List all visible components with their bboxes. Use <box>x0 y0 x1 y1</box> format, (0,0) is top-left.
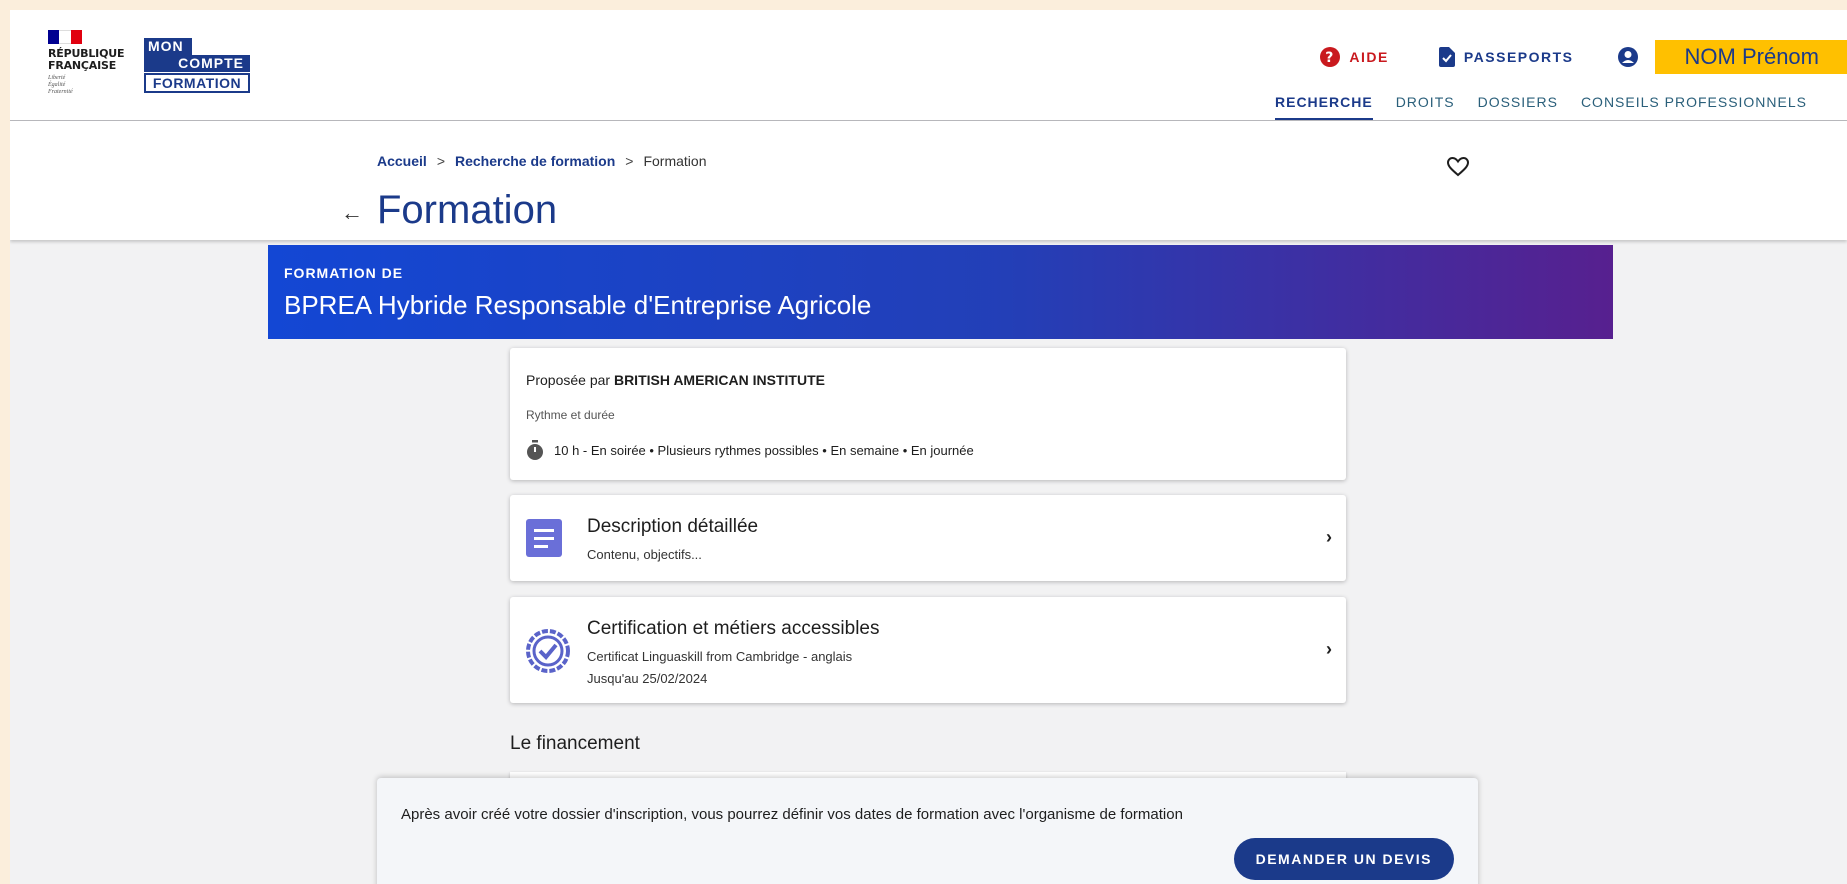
financement-title: Le financement <box>510 733 640 754</box>
chevron-right-icon: › <box>1326 639 1332 659</box>
chevron-right-icon: › <box>1326 527 1332 547</box>
banner-kicker: FORMATION DE <box>284 265 404 281</box>
nav-tab-droits[interactable]: DROITS <box>1396 92 1455 120</box>
certification-card[interactable]: Certification et métiers accessibles Cer… <box>510 597 1346 703</box>
breadcrumb-recherche[interactable]: Recherche de formation <box>455 153 615 169</box>
site-header: RÉPUBLIQUE FRANÇAISE Liberté Égalité Fra… <box>10 10 1847 121</box>
heart-outline-icon[interactable] <box>1446 156 1470 182</box>
question-circle-icon: ? <box>1320 47 1341 67</box>
description-title: Description détaillée <box>587 516 759 537</box>
nav-tab-recherche[interactable]: RECHERCHE <box>1275 92 1373 120</box>
provider-name: BRITISH AMERICAN INSTITUTE <box>613 372 825 388</box>
rf-name: RÉPUBLIQUE FRANÇAISE <box>48 47 125 72</box>
top-links: ? AIDE PASSEPORTS NOM Prénom <box>1270 40 1847 74</box>
formation-banner: FORMATION DE BPREA Hybride Responsable d… <box>268 245 1613 339</box>
sticky-footer: Après avoir créé votre dossier d'inscrip… <box>377 778 1478 884</box>
demander-devis-button[interactable]: DEMANDER UN DEVIS <box>1233 838 1454 880</box>
description-card[interactable]: Description détaillée Contenu, objectifs… <box>510 495 1346 581</box>
mon-compte-formation-logo[interactable]: MON COMPTE FORMATION <box>144 38 250 96</box>
french-flag-icon <box>48 30 82 44</box>
republique-francaise-logo[interactable]: RÉPUBLIQUE FRANÇAISE Liberté Égalité Fra… <box>48 30 138 110</box>
breadcrumb-current: Formation <box>643 153 707 169</box>
certification-until: Jusqu'au 25/02/2024 <box>587 671 708 686</box>
user-circle-icon <box>1617 47 1638 67</box>
svg-text:?: ? <box>1326 50 1336 66</box>
page-title: Formation <box>377 188 558 232</box>
certification-name: Certificat Linguaskill from Cambridge - … <box>587 649 853 664</box>
chevron-right-icon: > <box>625 153 634 169</box>
rythme-label: Rythme et durée <box>526 408 615 422</box>
user-name: NOM Prénom <box>1654 40 1847 74</box>
rf-motto: Liberté Égalité Fraternité <box>48 75 73 95</box>
rythme-duree: 10 h - En soirée • Plusieurs rythmes pos… <box>526 440 974 460</box>
user-account[interactable]: NOM Prénom <box>1617 40 1847 74</box>
main-nav: RECHERCHE DROITS DOSSIERS CONSEILS PROFE… <box>1252 92 1807 120</box>
aide-link[interactable]: ? AIDE <box>1320 47 1388 67</box>
chevron-right-icon: > <box>436 153 445 169</box>
formation-title: BPREA Hybride Responsable d'Entreprise A… <box>284 290 872 320</box>
provider: Proposée par BRITISH AMERICAN INSTITUTE <box>526 372 825 388</box>
certification-title: Certification et métiers accessibles <box>587 618 880 639</box>
description-subtitle: Contenu, objectifs... <box>587 547 702 562</box>
stopwatch-icon <box>526 440 544 460</box>
info-card: Proposée par BRITISH AMERICAN INSTITUTE … <box>510 348 1346 480</box>
title-band: Accueil > Recherche de formation > Forma… <box>10 121 1847 240</box>
footer-info-text: Après avoir créé votre dossier d'inscrip… <box>401 806 1183 823</box>
app-window: RÉPUBLIQUE FRANÇAISE Liberté Égalité Fra… <box>10 10 1847 884</box>
arrow-left-icon[interactable]: ← <box>341 200 363 226</box>
breadcrumb: Accueil > Recherche de formation > Forma… <box>377 153 706 169</box>
passeports-link[interactable]: PASSEPORTS <box>1438 47 1574 67</box>
breadcrumb-accueil[interactable]: Accueil <box>377 153 427 169</box>
certificate-badge-icon <box>526 629 570 673</box>
nav-tab-conseils-professionnels[interactable]: CONSEILS PROFESSIONNELS <box>1581 92 1807 120</box>
passport-doc-icon <box>1438 47 1455 67</box>
nav-tab-dossiers[interactable]: DOSSIERS <box>1478 92 1558 120</box>
document-list-icon <box>526 519 562 557</box>
